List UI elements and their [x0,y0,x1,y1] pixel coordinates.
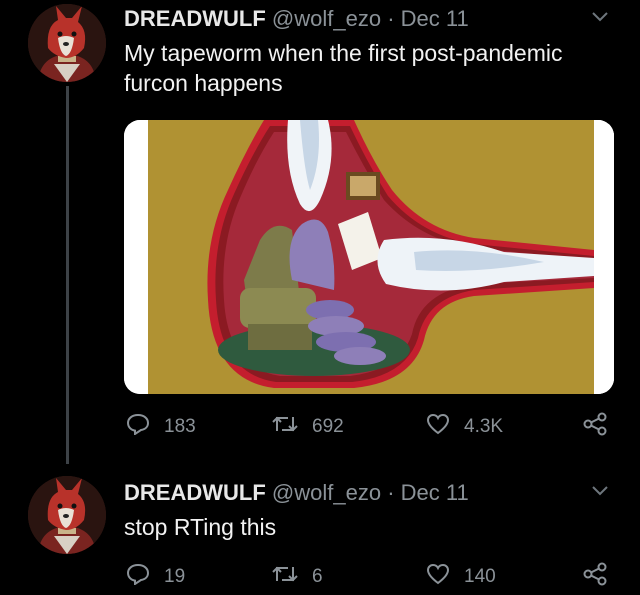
retweet-button[interactable]: 692 [272,412,344,442]
thread-line [66,86,69,464]
like-count: 140 [464,566,496,587]
retweet-icon [272,563,312,591]
retweet-count: 692 [312,416,344,437]
tweet-date[interactable]: Dec 11 [401,480,469,505]
retweet-icon [272,413,312,441]
reply-button[interactable]: 183 [126,412,196,442]
separator: · [387,480,395,505]
retweet-button[interactable]: 6 [272,562,323,592]
reply-icon [126,413,164,441]
author-handle[interactable]: @wolf_ezo [272,6,381,31]
reply-count: 183 [164,416,196,437]
retweet-count: 6 [312,566,323,587]
tweet-header: DREADWULF @wolf_ezo · Dec 11 [124,6,469,32]
author-handle[interactable]: @wolf_ezo [272,480,381,505]
avatar[interactable] [28,4,106,82]
separator: · [387,6,395,31]
share-button[interactable] [582,562,622,592]
share-icon [582,412,622,442]
like-button[interactable]: 4.3K [426,412,503,442]
chevron-down-icon[interactable] [590,10,610,24]
tweet-text: stop RTing this [124,514,277,540]
like-button[interactable]: 140 [426,562,496,592]
tweet-date[interactable]: Dec 11 [401,6,469,31]
action-bar: 19 6 140 [124,562,614,592]
tweet[interactable]: DREADWULF @wolf_ezo · Dec 11 stop RTing … [0,462,640,595]
reply-icon [126,563,164,591]
author-name[interactable]: DREADWULF [124,6,266,31]
tweet-header: DREADWULF @wolf_ezo · Dec 11 [124,480,469,506]
tweet-text: My tapeworm when the first post-pandemic… [124,40,563,96]
share-button[interactable] [582,412,622,442]
reply-button[interactable]: 19 [126,562,185,592]
reply-count: 19 [164,566,186,587]
tweet[interactable]: DREADWULF @wolf_ezo · Dec 11 My tapeworm… [0,0,640,464]
tweet-image[interactable] [124,120,614,394]
heart-icon [426,413,464,441]
share-icon [582,562,622,592]
avatar[interactable] [28,476,106,554]
chevron-down-icon[interactable] [590,484,610,498]
like-count: 4.3K [464,416,504,437]
author-name[interactable]: DREADWULF [124,480,266,505]
heart-icon [426,563,464,591]
action-bar: 183 692 4.3K [124,412,614,442]
